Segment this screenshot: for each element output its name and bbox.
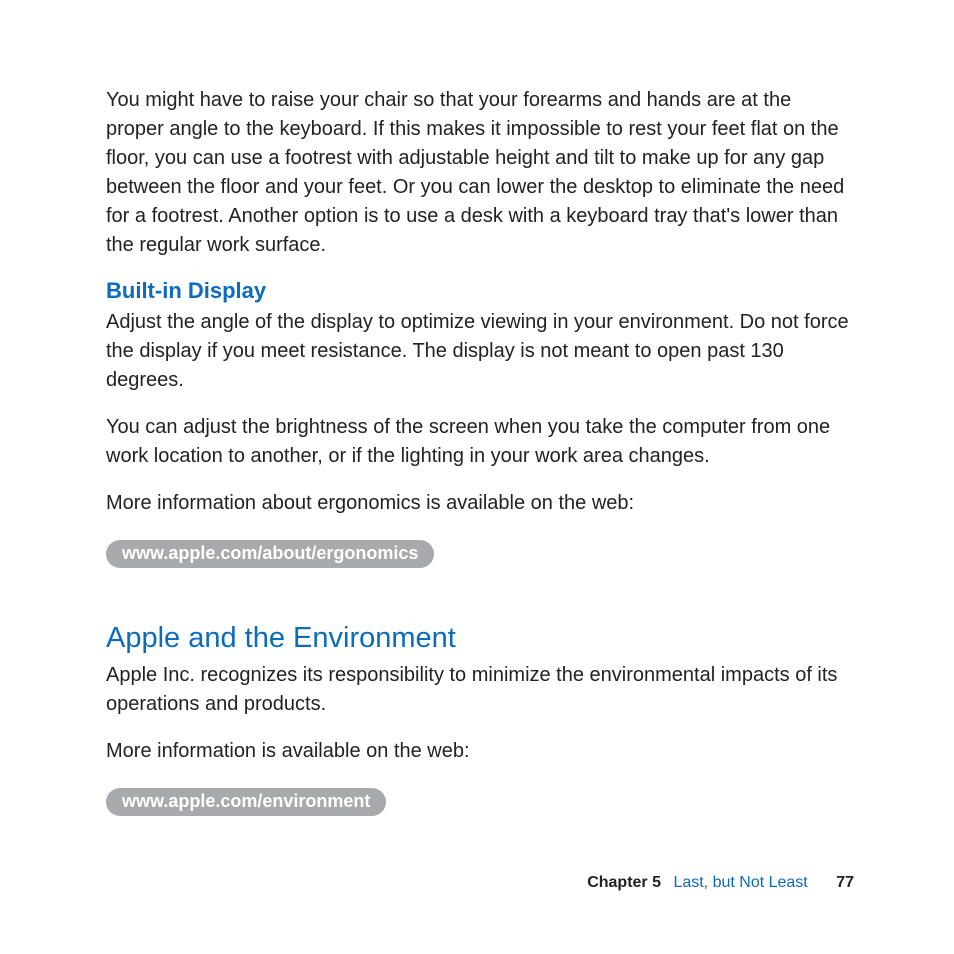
chapter-title: Last, but Not Least: [673, 874, 807, 891]
builtin-display-p1: Adjust the angle of the display to optim…: [106, 308, 854, 395]
builtin-display-p2: You can adjust the brightness of the scr…: [106, 413, 854, 471]
page-content: You might have to raise your chair so th…: [0, 0, 954, 826]
ergonomics-link[interactable]: www.apple.com/about/ergonomics: [106, 540, 434, 568]
builtin-display-p3: More information about ergonomics is ava…: [106, 489, 854, 518]
environment-link[interactable]: www.apple.com/environment: [106, 788, 386, 816]
intro-paragraph: You might have to raise your chair so th…: [106, 86, 854, 260]
environment-heading: Apple and the Environment: [106, 622, 854, 655]
chapter-label: Chapter 5: [587, 874, 661, 891]
page-number: 77: [836, 874, 854, 891]
page-footer: Chapter 5 Last, but Not Least 77: [587, 874, 854, 892]
environment-p2: More information is available on the web…: [106, 737, 854, 766]
builtin-display-heading: Built-in Display: [106, 278, 854, 304]
environment-p1: Apple Inc. recognizes its responsibility…: [106, 661, 854, 719]
